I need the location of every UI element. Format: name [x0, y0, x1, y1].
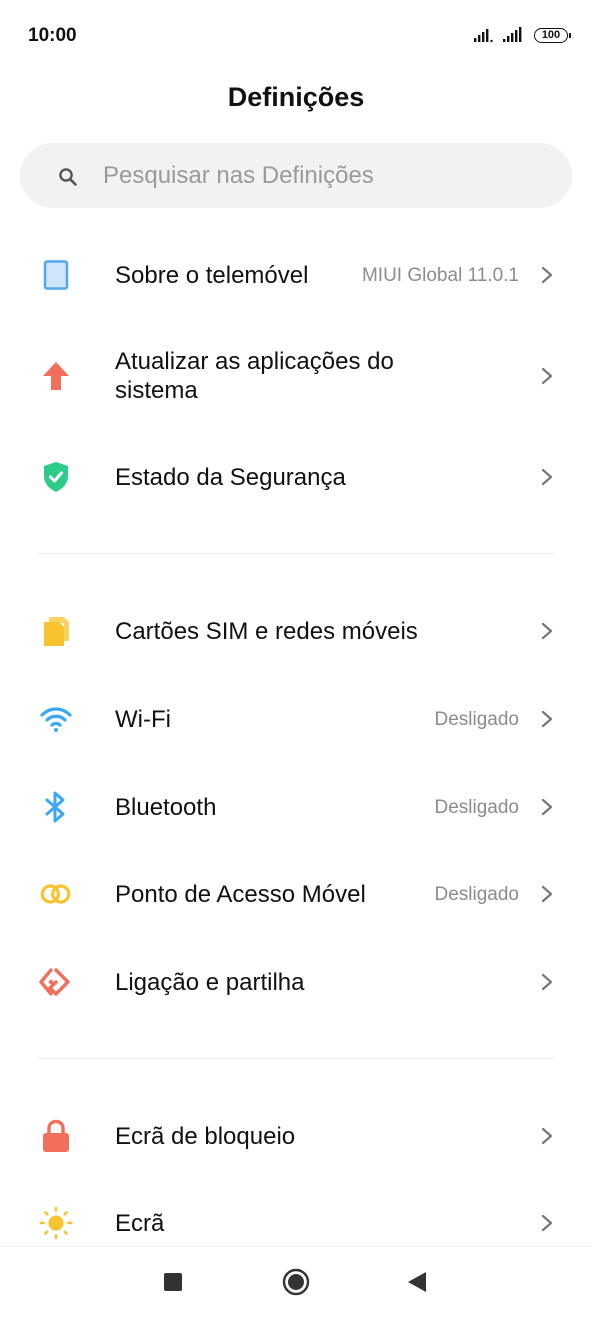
- chevron-right-icon: [541, 1127, 553, 1145]
- settings-item-connection-sharing[interactable]: Ligação e partilha: [0, 955, 592, 1011]
- back-button[interactable]: [406, 1270, 428, 1294]
- navigation-bar: [0, 1246, 592, 1317]
- update-arrow-icon: [39, 359, 73, 393]
- settings-item-bluetooth[interactable]: Bluetooth Desligado: [0, 780, 592, 836]
- status-icons: 100: [474, 24, 571, 46]
- section-divider: [38, 1058, 554, 1059]
- battery-tip: [569, 32, 571, 38]
- signal-icon: [503, 27, 522, 42]
- settings-item-display[interactable]: Ecrã: [0, 1196, 592, 1252]
- chevron-right-icon: [541, 468, 553, 486]
- settings-item-sim-cards[interactable]: Cartões SIM e redes móveis: [0, 604, 592, 660]
- status-time: 10:00: [28, 25, 77, 46]
- search-placeholder: Pesquisar nas Definições: [103, 162, 374, 189]
- chevron-right-icon: [541, 710, 553, 728]
- lock-icon: [39, 1119, 73, 1153]
- bluetooth-icon: [39, 790, 73, 824]
- settings-item-lock-screen[interactable]: Ecrã de bloqueio: [0, 1109, 592, 1165]
- settings-item-label: Cartões SIM e redes móveis: [115, 618, 418, 645]
- sim-card-icon: [39, 614, 73, 648]
- settings-item-update-system-apps[interactable]: Atualizar as aplicações do sistema: [0, 338, 592, 414]
- settings-item-hotspot[interactable]: Ponto de Acesso Móvel Desligado: [0, 867, 592, 923]
- settings-item-label: Atualizar as aplicações do sistema: [115, 348, 394, 404]
- settings-item-label: Ecrã: [115, 1210, 165, 1237]
- settings-item-security-status[interactable]: Estado da Segurança: [0, 450, 592, 506]
- settings-item-label: Bluetooth: [115, 794, 217, 821]
- sun-icon: [39, 1206, 73, 1240]
- battery-indicator: 100: [534, 27, 571, 43]
- page-title: Definições: [227, 82, 365, 112]
- chevron-right-icon: [541, 622, 553, 640]
- section-divider: [38, 553, 554, 554]
- settings-item-label: Ligação e partilha: [115, 969, 305, 996]
- settings-item-wifi[interactable]: Wi-Fi Desligado: [0, 692, 592, 748]
- search-input[interactable]: Pesquisar nas Definições: [20, 143, 572, 208]
- settings-item-value: Desligado: [434, 884, 520, 905]
- wifi-icon: [39, 702, 73, 736]
- settings-item-label: Ponto de Acesso Móvel: [115, 881, 366, 908]
- chevron-right-icon: [541, 885, 553, 903]
- signal-icon: [474, 29, 493, 43]
- settings-item-label: Estado da Segurança: [115, 464, 346, 491]
- phone-icon: [39, 258, 73, 292]
- settings-item-value: Desligado: [434, 797, 520, 818]
- settings-item-about-phone[interactable]: Sobre o telemóvel MIUI Global 11.0.1: [0, 248, 592, 304]
- share-icon: [39, 965, 73, 999]
- settings-item-label: Wi-Fi: [115, 706, 171, 733]
- chevron-right-icon: [541, 367, 553, 385]
- search-icon: [59, 168, 77, 186]
- chevron-right-icon: [541, 798, 553, 816]
- chevron-right-icon: [541, 973, 553, 991]
- settings-item-label: Sobre o telemóvel: [115, 262, 309, 289]
- settings-item-value: MIUI Global 11.0.1: [361, 265, 519, 286]
- chevron-right-icon: [541, 266, 553, 284]
- battery-level: 100: [541, 29, 561, 41]
- settings-item-value: Desligado: [434, 709, 520, 730]
- settings-item-label: Ecrã de bloqueio: [115, 1123, 296, 1150]
- home-button[interactable]: [282, 1268, 310, 1296]
- shield-icon: [39, 460, 73, 494]
- hotspot-icon: [39, 877, 73, 911]
- recents-button[interactable]: [164, 1273, 182, 1291]
- chevron-right-icon: [541, 1214, 553, 1232]
- status-bar: 10:00 100: [0, 0, 592, 70]
